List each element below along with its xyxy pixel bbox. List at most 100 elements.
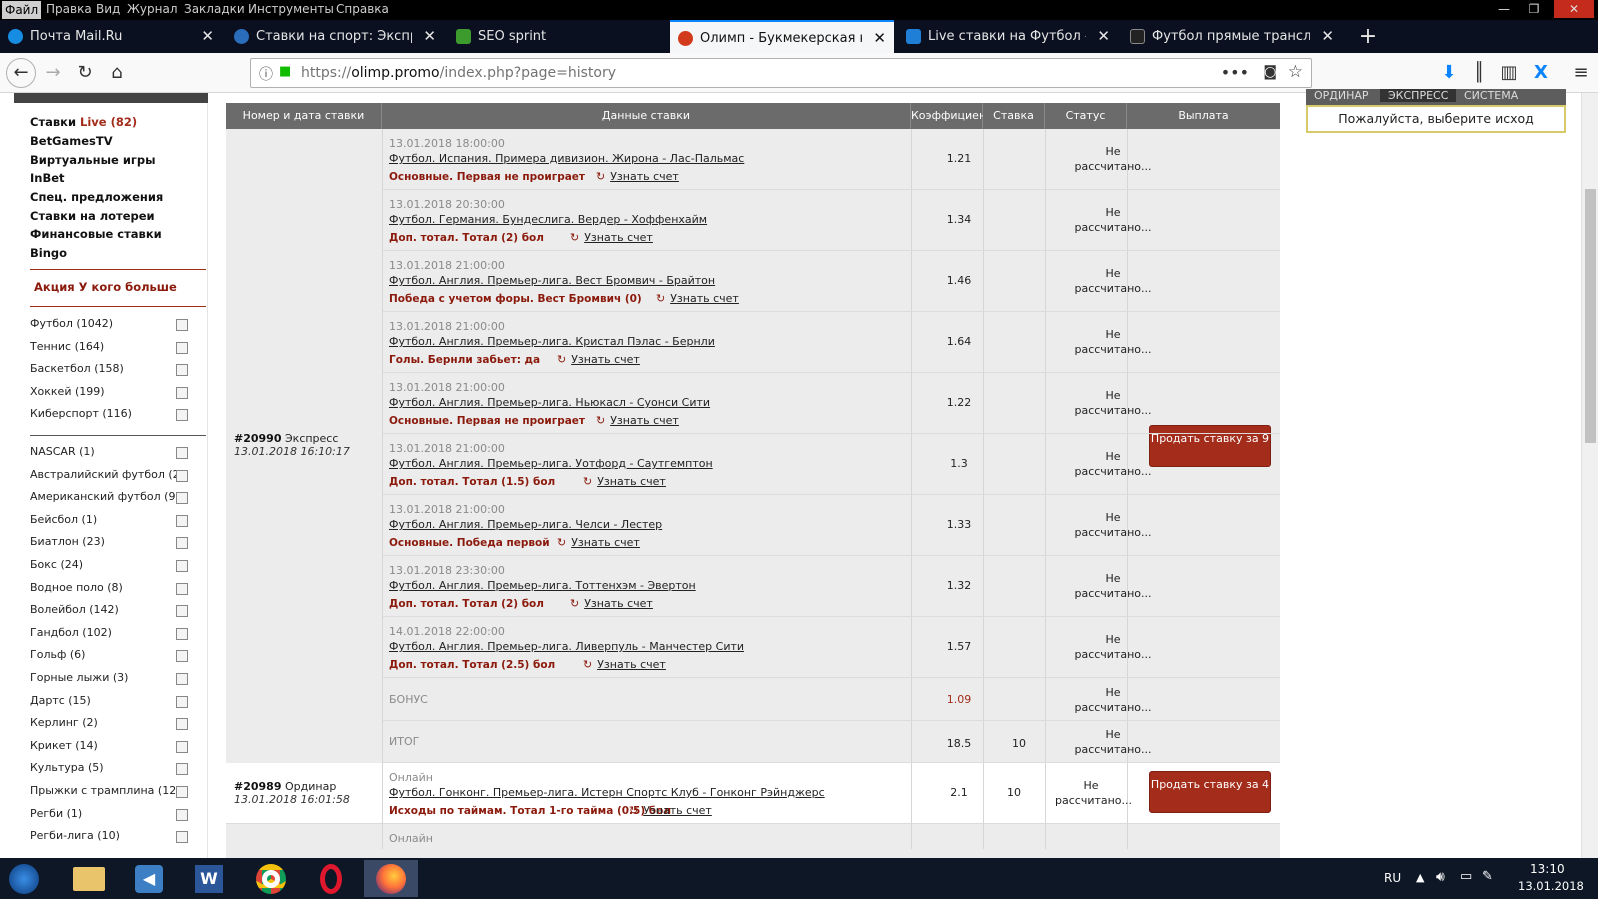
tab-olimp[interactable]: Олимп - Букмекерская конто ✕	[670, 20, 894, 53]
close-tab-icon[interactable]: ✕	[423, 20, 436, 53]
menu-file[interactable]: Файл	[2, 1, 42, 19]
event-link[interactable]: Футбол. Англия. Премьер-лига. Кристал Пэ…	[389, 335, 715, 348]
event-link[interactable]: Футбол. Англия. Премьер-лига. Вест Бромв…	[389, 274, 715, 287]
sport-filter-checkbox[interactable]	[176, 650, 188, 663]
score-link[interactable]: ↻ Узнать счет	[656, 292, 739, 305]
menu-bookmarks[interactable]: Закладки	[184, 2, 245, 16]
page-actions-icon[interactable]: •••	[1221, 63, 1249, 82]
coupon-tab-single[interactable]: ОРДИНАР	[1314, 89, 1369, 102]
tray-expand-icon[interactable]: ▲	[1416, 871, 1424, 884]
sport-filter-label[interactable]: Гандбол (102)	[30, 626, 112, 639]
sidebar-link-special[interactable]: Спец. предложения	[30, 190, 163, 204]
sport-filter-label[interactable]: Биатлон (23)	[30, 535, 105, 548]
coupon-tab-express[interactable]: ЭКСПРЕСС	[1380, 89, 1457, 102]
sport-filter-checkbox[interactable]	[176, 319, 188, 331]
pocket-icon[interactable]: ◙	[1263, 64, 1277, 80]
menu-edit[interactable]: Правка	[46, 2, 92, 16]
start-button[interactable]	[0, 860, 48, 897]
sport-filter-label[interactable]: Хоккей (199)	[30, 385, 105, 398]
language-indicator[interactable]: RU	[1384, 871, 1401, 885]
hamburger-menu-icon[interactable]: ≡	[1568, 61, 1594, 85]
sport-filter-checkbox[interactable]	[176, 786, 188, 798]
event-link[interactable]: Футбол. Англия. Премьер-лига. Ньюкасл - …	[389, 396, 710, 409]
sport-filter-checkbox[interactable]	[176, 582, 188, 595]
close-tab-icon[interactable]: ✕	[1321, 20, 1334, 53]
sidebar-toggle-icon[interactable]: ▥	[1496, 61, 1522, 85]
sport-filter-checkbox[interactable]	[176, 740, 188, 753]
chrome-taskbar-button[interactable]	[244, 860, 298, 897]
sport-filter-checkbox[interactable]	[176, 341, 188, 354]
tab-mailru[interactable]: Почта Mail.Ru ✕	[0, 20, 222, 53]
event-link[interactable]: Футбол. Англия. Премьер-лига. Ливерпуль …	[389, 640, 744, 653]
sport-filter-label[interactable]: Бейсбол (1)	[30, 513, 97, 526]
sport-filter-checkbox[interactable]	[176, 386, 188, 399]
scrollbar-thumb[interactable]	[1585, 189, 1596, 443]
score-link[interactable]: ↻ Узнать счет	[570, 597, 653, 610]
tab-broadcast[interactable]: Футбол прямые трансляции - ✕	[1122, 20, 1342, 53]
sport-filter-checkbox[interactable]	[176, 447, 188, 459]
sport-filter-label[interactable]: Регби-лига (10)	[30, 829, 120, 842]
new-tab-button[interactable]: +	[1356, 20, 1380, 53]
sport-filter-label[interactable]: NASCAR (1)	[30, 445, 95, 458]
event-link[interactable]: Футбол. Англия. Премьер-лига. Уотфорд - …	[389, 457, 713, 470]
menu-help[interactable]: Справка	[336, 2, 389, 16]
sport-filter-label[interactable]: Бокс (24)	[30, 558, 83, 571]
volume-icon[interactable]: 🔊︎	[1436, 869, 1445, 885]
sport-filter-label[interactable]: Австралийский футбол (2)	[30, 468, 184, 481]
sport-filter-label[interactable]: Горные лыжи (3)	[30, 671, 128, 684]
sport-filter-label[interactable]: Волейбол (142)	[30, 603, 119, 616]
close-tab-icon[interactable]: ✕	[1097, 20, 1110, 53]
sport-filter-label[interactable]: Регби (1)	[30, 807, 82, 820]
sport-filter-label[interactable]: Прыжки с трамплина (12)	[30, 784, 181, 797]
score-link[interactable]: ↻ Узнать счет	[596, 414, 679, 427]
event-link[interactable]: Футбол. Германия. Бундеслига. Вердер - Х…	[389, 213, 707, 226]
score-link[interactable]: ↻ Узнать счет	[570, 231, 653, 244]
home-icon[interactable]: ⌂	[104, 61, 130, 85]
sport-filter-checkbox[interactable]	[176, 605, 188, 618]
sport-filter-checkbox[interactable]	[176, 409, 188, 422]
forward-icon[interactable]: →	[40, 61, 66, 85]
promo-link[interactable]: Акция У кого больше	[34, 280, 177, 294]
extension-icon[interactable]: X	[1528, 61, 1554, 85]
score-link[interactable]: ↻ Узнать счет	[583, 475, 666, 488]
sport-filter-checkbox[interactable]	[176, 560, 188, 572]
sidebar-link-live[interactable]: Ставки Live (82)	[30, 115, 137, 129]
score-link[interactable]: ↻ Узнать счет	[596, 170, 679, 183]
sidebar-link-financial[interactable]: Финансовые ставки	[30, 227, 162, 241]
menu-view[interactable]: Вид	[96, 2, 120, 16]
tab-seosprint[interactable]: SEO sprint	[448, 20, 666, 53]
minimize-button[interactable]: —	[1490, 0, 1518, 18]
score-link[interactable]: ↻ Узнать счет	[583, 658, 666, 671]
sport-filter-checkbox[interactable]	[176, 627, 188, 640]
firefox-taskbar-button[interactable]	[364, 860, 418, 897]
sport-filter-label[interactable]: Американский футбол (9)	[30, 490, 180, 503]
bookmark-star-icon[interactable]: ☆	[1288, 62, 1303, 82]
tab-live[interactable]: Live ставки на Футбол - сдела ✕	[898, 20, 1118, 53]
sport-filter-label[interactable]: Дартс (15)	[30, 694, 91, 707]
sell-bet-button[interactable]: Продать ставку за 4	[1149, 771, 1271, 813]
library-icon[interactable]: ║	[1466, 61, 1492, 85]
sport-filter-checkbox[interactable]	[176, 808, 188, 821]
sport-filter-checkbox[interactable]	[176, 673, 188, 685]
event-link[interactable]: Футбол. Англия. Премьер-лига. Челси - Ле…	[389, 518, 662, 531]
sport-filter-checkbox[interactable]	[176, 537, 188, 550]
sport-filter-label[interactable]: Киберспорт (116)	[30, 407, 132, 420]
info-icon[interactable]: ⓘ	[259, 64, 273, 84]
network-icon[interactable]: ▭	[1460, 869, 1472, 884]
reload-icon[interactable]: ↻	[72, 61, 98, 85]
sport-filter-checkbox[interactable]	[176, 514, 188, 527]
sport-filter-checkbox[interactable]	[176, 695, 188, 708]
menu-tools[interactable]: Инструменты	[248, 2, 334, 16]
tab-bookmaker[interactable]: Ставки на спорт: Экспресс , О ✕	[226, 20, 444, 53]
score-link[interactable]: ↻ Узнать счет	[629, 804, 712, 817]
sport-filter-label[interactable]: Футбол (1042)	[30, 317, 113, 330]
back-icon[interactable]: ←	[6, 58, 36, 88]
sport-filter-checkbox[interactable]	[176, 718, 188, 731]
word-taskbar-button[interactable]: W	[182, 860, 236, 897]
sport-filter-label[interactable]: Теннис (164)	[30, 340, 104, 353]
close-window-button[interactable]: ✕	[1554, 0, 1594, 18]
event-link[interactable]: Футбол. Гонконг. Премьер-лига. Истерн Сп…	[389, 786, 825, 799]
explorer-taskbar-button[interactable]	[62, 860, 116, 897]
sport-filter-label[interactable]: Баскетбол (158)	[30, 362, 124, 375]
sport-filter-label[interactable]: Культура (5)	[30, 761, 104, 774]
